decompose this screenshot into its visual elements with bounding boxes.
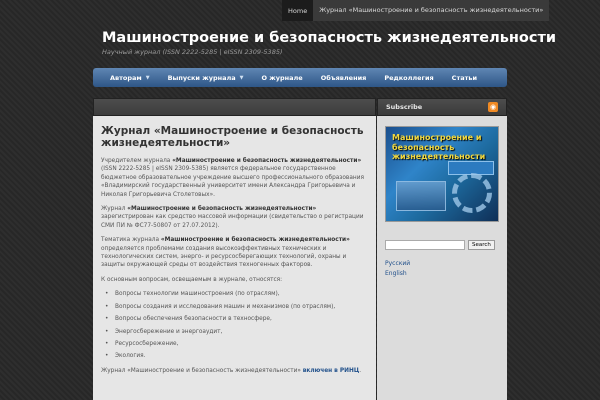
nav-item-announcements[interactable]: Объявления: [312, 74, 376, 82]
nav-item-authors[interactable]: Авторам ▼: [101, 74, 159, 82]
language-link-russian[interactable]: Русский: [385, 260, 499, 267]
top-navigation: Home Журнал «Машиностроение и безопаснос…: [282, 0, 550, 21]
top-link-journal[interactable]: Журнал «Машиностроение и безопасность жи…: [313, 0, 550, 21]
search-button[interactable]: Search: [468, 240, 495, 250]
rinc-link[interactable]: включен в РИНЦ: [303, 368, 359, 374]
nav-item-label: Редколлегия: [384, 73, 434, 82]
top-link-home[interactable]: Home: [282, 7, 313, 15]
topics-list: Вопросы технологии машиностроения (по от…: [101, 290, 368, 361]
list-item: Энергосбережение и энергоаудит,: [101, 328, 368, 337]
site-title[interactable]: Машиностроение и безопасность жизнедеяте…: [102, 30, 556, 46]
sidebar: Машиностроение и безопасность жизнедеяте…: [377, 116, 507, 400]
nav-item-about[interactable]: О журнале: [252, 74, 311, 82]
list-item: Вопросы обеспечения безопасности в техно…: [101, 315, 368, 324]
content-header-bar: [93, 98, 376, 116]
subscribe-title: Subscribe: [386, 103, 423, 111]
nav-item-label: Авторам: [110, 73, 142, 82]
paragraph-registration: Журнал «Машиностроение и безопасность жи…: [101, 206, 364, 229]
list-item: Вопросы создания и исследования машин и …: [101, 303, 368, 312]
chevron-down-icon: ▼: [145, 74, 150, 81]
banner-text: Машиностроение и безопасность жизнедеяте…: [392, 133, 486, 161]
page-title: Журнал «Машиностроение и безопасность жи…: [101, 125, 364, 149]
paragraph-list-intro: К основным вопросам, освещаемым в журнал…: [101, 276, 283, 283]
main-navigation: Авторам ▼ Выпуски журнала ▼ О журнале Объя…: [93, 68, 507, 87]
list-item: Экология.: [101, 352, 368, 361]
nav-item-label: О журнале: [261, 73, 303, 82]
banner-panel: [396, 181, 446, 211]
sidebar-header: Subscribe ◉: [377, 98, 507, 116]
nav-item-label: Выпуски журнала: [167, 73, 236, 82]
chevron-down-icon: ▼: [239, 74, 244, 81]
journal-banner-image[interactable]: Машиностроение и безопасность жизнедеяте…: [385, 126, 499, 222]
language-link-english[interactable]: English: [385, 270, 499, 277]
list-item: Вопросы технологии машиностроения (по от…: [101, 290, 368, 299]
rss-icon[interactable]: ◉: [488, 102, 498, 112]
paragraph-topics: Тематика журнала «Машиностроение и безоп…: [101, 237, 350, 269]
nav-item-editorial-board[interactable]: Редколлегия: [375, 74, 442, 82]
search-form: Search: [385, 240, 499, 250]
paragraph-founder: Учредителем журнала «Машиностроение и бе…: [101, 158, 364, 198]
nav-item-label: Объявления: [320, 73, 367, 82]
search-input[interactable]: [385, 240, 465, 250]
nav-item-issues[interactable]: Выпуски журнала ▼: [159, 74, 253, 82]
list-item: Ресурсосбережение,: [101, 340, 368, 349]
paragraph-rinc: Журнал «Машиностроение и безопасность жи…: [101, 367, 362, 374]
site-description: Научный журнал (ISSN 2222-5285 | eISSN 2…: [102, 48, 283, 56]
main-content: Журнал «Машиностроение и безопасность жи…: [93, 116, 376, 400]
gear-icon: [452, 173, 492, 213]
nav-item-articles[interactable]: Статьи: [443, 74, 486, 82]
nav-item-label: Статьи: [451, 73, 478, 82]
